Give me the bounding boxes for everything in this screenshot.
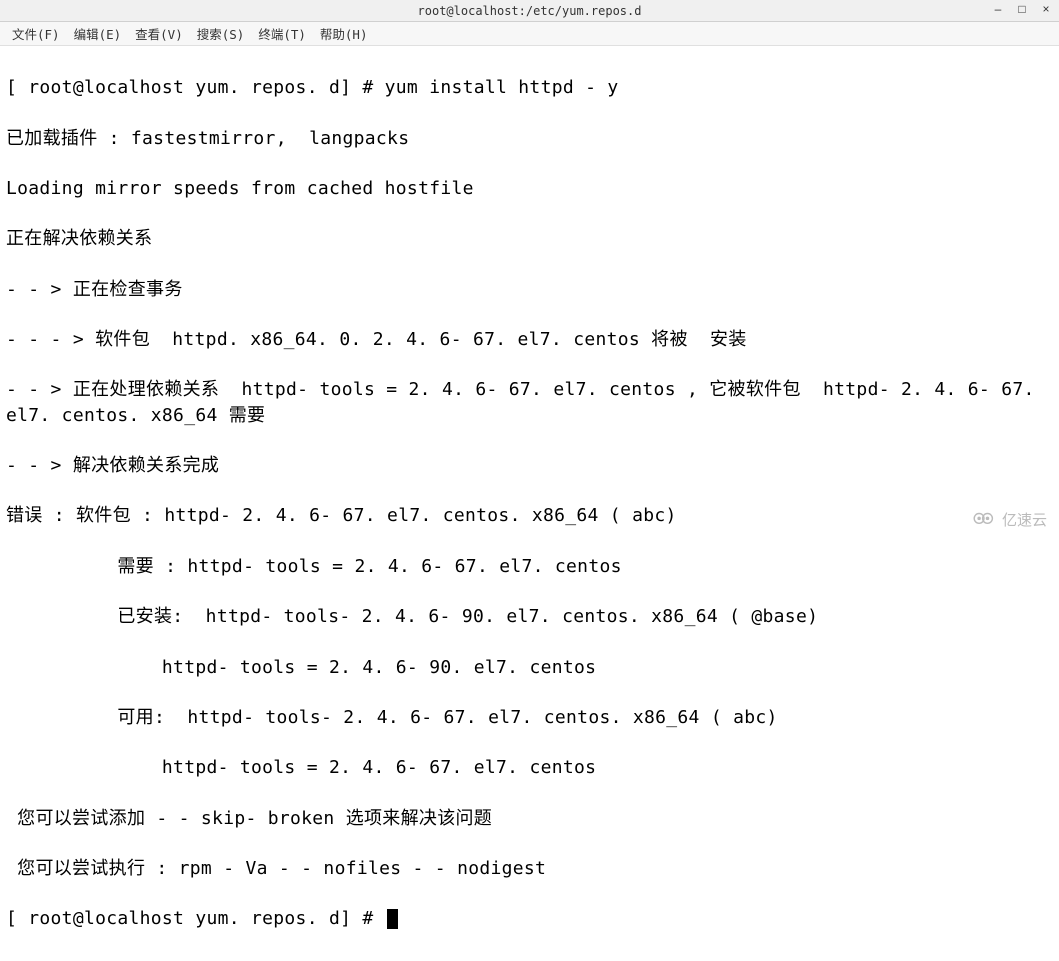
cursor-icon: [387, 909, 398, 929]
terminal-prompt-line: [ root@localhost yum. repos. d] #: [6, 906, 1053, 931]
menu-help[interactable]: 帮助(H): [316, 22, 372, 45]
menu-terminal[interactable]: 终端(T): [254, 22, 310, 45]
menu-edit[interactable]: 编辑(E): [70, 22, 126, 45]
terminal-output[interactable]: [ root@localhost yum. repos. d] # yum in…: [0, 46, 1059, 961]
terminal-line: - - > 解决依赖关系完成: [6, 453, 1053, 478]
terminal-line: [ root@localhost yum. repos. d] # yum in…: [6, 75, 1053, 100]
terminal-line: 正在解决依赖关系: [6, 226, 1053, 251]
terminal-prompt: [ root@localhost yum. repos. d] #: [6, 908, 385, 929]
terminal-line: 已安装: httpd- tools- 2. 4. 6- 90. el7. cen…: [6, 604, 1053, 629]
terminal-line: httpd- tools = 2. 4. 6- 67. el7. centos: [6, 755, 1053, 780]
maximize-button[interactable]: □: [1015, 2, 1029, 16]
terminal-line: - - > 正在检查事务: [6, 277, 1053, 302]
menu-search[interactable]: 搜索(S): [193, 22, 249, 45]
menu-file[interactable]: 文件(F): [8, 22, 64, 45]
terminal-line: httpd- tools = 2. 4. 6- 90. el7. centos: [6, 655, 1053, 680]
terminal-line: 已加载插件 : fastestmirror, langpacks: [6, 126, 1053, 151]
cloud-icon: [970, 508, 998, 530]
terminal-line: 您可以尝试添加 - - skip- broken 选项来解决该问题: [6, 806, 1053, 831]
window-titlebar: root@localhost:/etc/yum.repos.d – □ ×: [0, 0, 1059, 22]
watermark-text: 亿速云: [1002, 509, 1047, 530]
terminal-line: 您可以尝试执行 : rpm - Va - - nofiles - - nodig…: [6, 856, 1053, 881]
terminal-line: - - > 正在处理依赖关系 httpd- tools = 2. 4. 6- 6…: [6, 377, 1053, 427]
terminal-line: 可用: httpd- tools- 2. 4. 6- 67. el7. cent…: [6, 705, 1053, 730]
menu-bar: 文件(F) 编辑(E) 查看(V) 搜索(S) 终端(T) 帮助(H): [0, 22, 1059, 46]
watermark: 亿速云: [970, 508, 1047, 530]
menu-view[interactable]: 查看(V): [131, 22, 187, 45]
terminal-line: 错误 : 软件包 : httpd- 2. 4. 6- 67. el7. cent…: [6, 503, 1053, 528]
window-title: root@localhost:/etc/yum.repos.d: [418, 4, 642, 18]
terminal-line: - - - > 软件包 httpd. x86_64. 0. 2. 4. 6- 6…: [6, 327, 1053, 352]
minimize-button[interactable]: –: [991, 2, 1005, 16]
close-button[interactable]: ×: [1039, 2, 1053, 16]
window-controls: – □ ×: [991, 2, 1053, 16]
terminal-line: Loading mirror speeds from cached hostfi…: [6, 176, 1053, 201]
terminal-line: 需要 : httpd- tools = 2. 4. 6- 67. el7. ce…: [6, 554, 1053, 579]
